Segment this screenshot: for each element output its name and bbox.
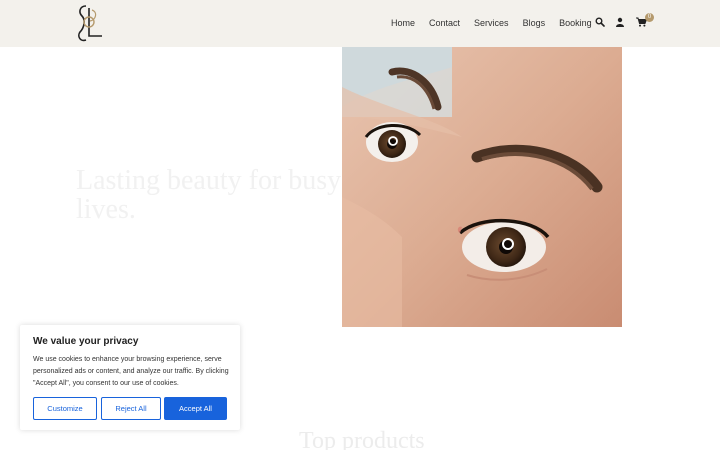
customize-button[interactable]: Customize xyxy=(33,397,97,420)
hero-eyebrow-photo xyxy=(342,47,622,327)
nav-blogs[interactable]: Blogs xyxy=(523,18,546,28)
nav-services[interactable]: Services xyxy=(474,18,509,28)
cookie-banner-text: We use cookies to enhance your browsing … xyxy=(33,356,229,387)
main-nav: Home Contact Services Blogs Booking xyxy=(391,18,592,28)
cookie-banner-title: We value your privacy xyxy=(33,336,139,347)
accept-all-button[interactable]: Accept All xyxy=(164,397,227,420)
search-icon[interactable] xyxy=(595,17,605,27)
site-header: Home Contact Services Blogs Booking 0 xyxy=(0,0,720,47)
products-section-title: Top products xyxy=(299,428,425,450)
user-icon[interactable] xyxy=(615,17,625,27)
brand-logo[interactable] xyxy=(72,2,108,46)
nav-contact[interactable]: Contact xyxy=(429,18,460,28)
cart-count-badge: 0 xyxy=(645,13,654,22)
reject-all-button[interactable]: Reject All xyxy=(101,397,161,420)
cookie-consent-banner: We value your privacy We use cookies to … xyxy=(20,325,240,430)
hero-title: Lasting beauty for busy lives. xyxy=(76,165,342,225)
nav-home[interactable]: Home xyxy=(391,18,415,28)
nav-booking[interactable]: Booking xyxy=(559,18,592,28)
